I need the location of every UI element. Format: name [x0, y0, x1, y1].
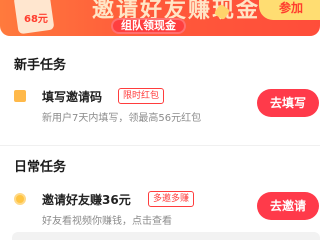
task-fill-invite-code: 填写邀请码 限时红包 新用户7天内填写，领最高56元红包 去填写 [14, 86, 319, 136]
promo-banner: 68元 邀请好友赚现金 组队领现金 参加 [0, 0, 320, 38]
task-title: 填写邀请码 [42, 90, 103, 104]
promo-banner-background: 68元 邀请好友赚现金 组队领现金 参加 [0, 0, 320, 36]
join-button[interactable]: 参加 [259, 0, 320, 20]
invite-button[interactable]: 去邀请 [257, 192, 319, 220]
task-badge: 多邀多赚 [148, 191, 195, 207]
task-title: 邀请好友赚36元 [42, 193, 131, 207]
section-title-daily: 日常任务 [14, 160, 67, 175]
task-description: 新用户7天内填写，领最高56元红包 [42, 113, 202, 124]
section-title-newbie: 新手任务 [14, 58, 67, 73]
mail-icon [14, 90, 26, 102]
fill-in-button[interactable]: 去填写 [257, 89, 319, 117]
task-description: 好友看视频你赚钱，点击查看 [42, 216, 172, 227]
task-badge: 限时红包 [118, 88, 165, 104]
coin-icon [14, 193, 26, 205]
next-card-edge [12, 232, 320, 240]
section-divider [0, 145, 320, 146]
promo-subtitle: 组队领现金 [111, 18, 186, 34]
promo-money-tag: 68元 [24, 14, 48, 25]
